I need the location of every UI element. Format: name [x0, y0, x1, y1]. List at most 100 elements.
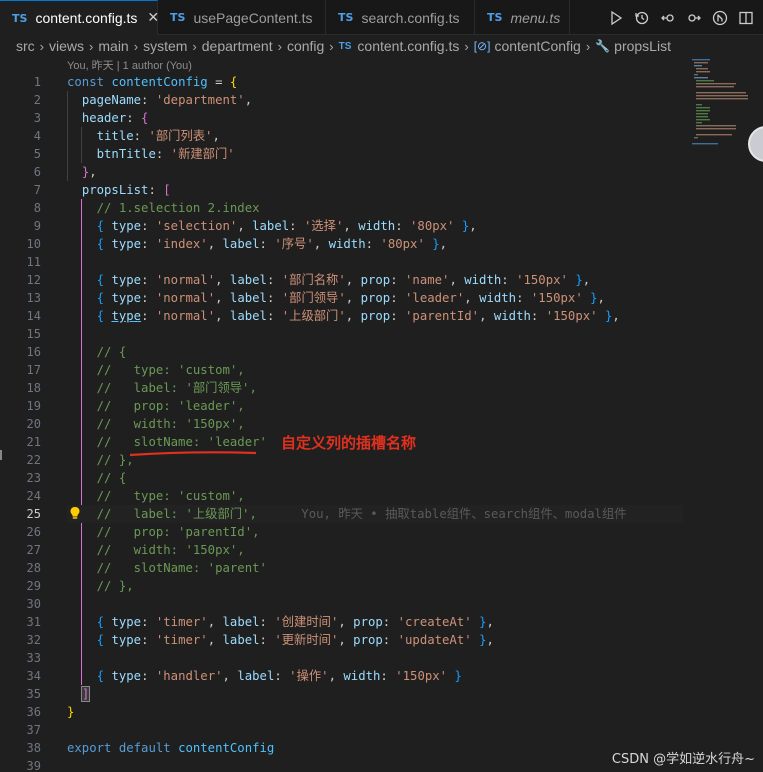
split-editor-icon[interactable] — [735, 7, 757, 29]
code-line[interactable]: propsList: [ — [67, 181, 171, 199]
go-forward-icon[interactable] — [683, 7, 705, 29]
code-line[interactable]: { type: 'normal', label: '上级部门', prop: '… — [67, 307, 620, 325]
code-line[interactable]: // label: '上级部门', You, 昨天 • 抽取table组件、se… — [67, 505, 683, 523]
line-number[interactable]: 31 — [0, 613, 41, 631]
code-line[interactable]: title: '部门列表', — [67, 127, 220, 145]
code-line[interactable]: // { — [67, 343, 127, 361]
line-number[interactable]: 17 — [0, 361, 41, 379]
line-number[interactable]: 14 — [0, 307, 41, 325]
code-line[interactable]: pageName: 'department', — [67, 91, 252, 109]
code-line[interactable]: { type: 'normal', label: '部门领导', prop: '… — [67, 289, 605, 307]
chevron-right-icon: › — [464, 38, 469, 54]
line-number[interactable]: 18 — [0, 379, 41, 397]
code-line[interactable]: { type: 'selection', label: '选择', width:… — [67, 217, 477, 235]
go-back-icon[interactable] — [657, 7, 679, 29]
tab-use-page-content[interactable]: TS usePageContent.ts — [158, 0, 326, 35]
line-number[interactable]: 23 — [0, 469, 41, 487]
line-number[interactable]: 3 — [0, 109, 41, 127]
line-number[interactable]: 2 — [0, 91, 41, 109]
line-number[interactable]: 38 — [0, 739, 41, 757]
line-number[interactable]: 7 — [0, 181, 41, 199]
line-number[interactable]: 6 — [0, 163, 41, 181]
code-line[interactable]: // type: 'custom', — [67, 487, 245, 505]
code-line[interactable]: // width: '150px', — [67, 541, 245, 559]
breadcrumb-folder[interactable]: system — [143, 38, 187, 54]
line-number[interactable]: 4 — [0, 127, 41, 145]
code-line[interactable]: btnTitle: '新建部门' — [67, 145, 235, 163]
line-number[interactable]: 8 — [0, 199, 41, 217]
git-compare-icon[interactable] — [709, 7, 731, 29]
code-line[interactable]: // }, — [67, 451, 134, 469]
breadcrumb-file[interactable]: content.config.ts — [357, 38, 459, 54]
code-line[interactable]: } — [67, 703, 74, 721]
code-line[interactable]: // prop: 'leader', — [67, 397, 245, 415]
code-line[interactable]: { type: 'index', label: '序号', width: '80… — [67, 235, 447, 253]
code-line[interactable]: // width: '150px', — [67, 415, 245, 433]
code-line[interactable]: // { — [67, 469, 127, 487]
breadcrumb-property[interactable]: propsList — [614, 38, 671, 54]
line-number[interactable]: 24 — [0, 487, 41, 505]
code-line[interactable]: // type: 'custom', — [67, 361, 245, 379]
line-number[interactable]: 20 — [0, 415, 41, 433]
breadcrumb-folder[interactable]: views — [49, 38, 84, 54]
history-icon[interactable] — [631, 7, 653, 29]
minimap[interactable] — [688, 57, 750, 147]
line-number[interactable]: 32 — [0, 631, 41, 649]
line-number[interactable]: 39 — [0, 757, 41, 772]
line-number[interactable]: 37 — [0, 721, 41, 739]
line-number[interactable]: 28 — [0, 559, 41, 577]
line-number[interactable]: 22 — [0, 451, 41, 469]
line-number[interactable]: 36 — [0, 703, 41, 721]
line-number[interactable]: 9 — [0, 217, 41, 235]
breadcrumb-folder[interactable]: config — [287, 38, 324, 54]
breadcrumb-symbol[interactable]: contentConfig — [494, 38, 580, 54]
code-editor[interactable]: You, 昨天 | 1 author (You) 1 2 3 4 5 6 7 8 9 10 11 12… — [0, 57, 763, 772]
tab-search-config[interactable]: TS search.config.ts — [326, 0, 475, 35]
line-number[interactable]: 15 — [0, 325, 41, 343]
tab-menu[interactable]: TS menu.ts — [475, 0, 570, 35]
code-line[interactable]: }, — [67, 163, 97, 181]
codelens-blame[interactable]: You, 昨天 | 1 author (You) — [67, 57, 192, 73]
vertical-scrollbar[interactable] — [750, 57, 763, 772]
line-number[interactable]: 27 — [0, 541, 41, 559]
line-number[interactable]: 34 — [0, 667, 41, 685]
line-number[interactable]: 19 — [0, 397, 41, 415]
code-line[interactable]: { type: 'handler', label: '操作', width: '… — [67, 667, 462, 685]
code-line[interactable]: { type: 'normal', label: '部门名称', prop: '… — [67, 271, 591, 289]
line-number[interactable]: 25 — [0, 505, 41, 523]
line-number[interactable]: 30 — [0, 595, 41, 613]
breadcrumb-folder[interactable]: main — [98, 38, 128, 54]
line-number[interactable]: 12 — [0, 271, 41, 289]
typescript-icon: TS — [487, 11, 503, 24]
line-number[interactable]: 35 — [0, 685, 41, 703]
code-line[interactable]: // 1.selection 2.index — [67, 199, 260, 217]
line-number[interactable]: 1 — [0, 73, 41, 91]
breadcrumb-folder[interactable]: department — [202, 38, 273, 54]
line-number[interactable]: 33 — [0, 649, 41, 667]
code-line[interactable]: header: { — [67, 109, 149, 127]
line-number[interactable]: 21 — [0, 433, 41, 451]
line-number[interactable]: 16 — [0, 343, 41, 361]
tab-label: usePageContent.ts — [193, 9, 313, 26]
line-number[interactable]: 10 — [0, 235, 41, 253]
code-line[interactable]: export default contentConfig — [67, 739, 274, 757]
code-line[interactable]: // label: '部门领导', — [67, 379, 257, 397]
line-number[interactable]: 29 — [0, 577, 41, 595]
run-icon[interactable] — [605, 7, 627, 29]
code-line[interactable]: // slotName: 'parent' — [67, 559, 267, 577]
breadcrumb-folder[interactable]: src — [16, 38, 35, 54]
code-line[interactable]: // prop: 'parentId', — [67, 523, 260, 541]
tab-content-config[interactable]: TS content.config.ts ✕ — [0, 0, 159, 35]
code-line[interactable]: { type: 'timer', label: '更新时间', prop: 'u… — [67, 631, 494, 649]
line-number[interactable]: 26 — [0, 523, 41, 541]
typescript-icon: TS — [12, 11, 28, 25]
code-line[interactable]: // }, — [67, 577, 134, 595]
lightbulb-icon[interactable] — [68, 505, 82, 521]
code-line[interactable]: const contentConfig = { — [67, 73, 237, 91]
line-number[interactable]: 13 — [0, 289, 41, 307]
code-line[interactable]: { type: 'timer', label: '创建时间', prop: 'c… — [67, 613, 494, 631]
line-number[interactable]: 5 — [0, 145, 41, 163]
code-line[interactable]: // slotName: 'leader' — [67, 433, 267, 451]
line-number[interactable]: 11 — [0, 253, 41, 271]
code-line[interactable]: ] — [67, 685, 91, 703]
